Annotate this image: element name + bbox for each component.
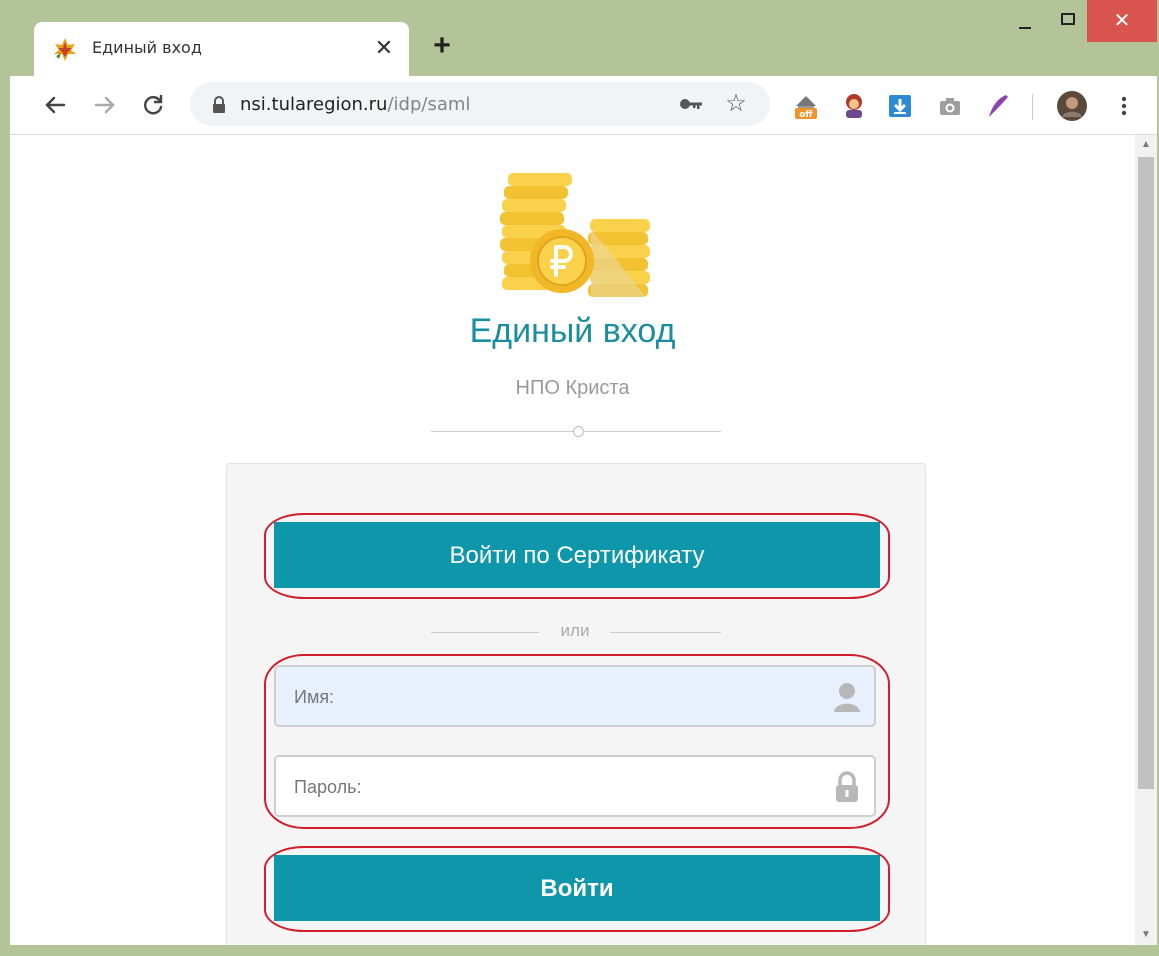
camera-icon[interactable] bbox=[936, 92, 964, 120]
forward-arrow-icon[interactable] bbox=[90, 90, 120, 120]
minimize-icon[interactable] bbox=[1005, 0, 1045, 42]
page-subtitle: НПО Криста bbox=[515, 377, 630, 399]
browser-tab[interactable]: Единый вход ✕ bbox=[34, 22, 409, 76]
username-field[interactable] bbox=[274, 665, 876, 727]
extension-off-icon[interactable]: off bbox=[792, 92, 820, 120]
password-input[interactable] bbox=[292, 757, 816, 817]
new-tab-icon[interactable]: + bbox=[428, 31, 456, 61]
key-icon[interactable] bbox=[678, 94, 704, 114]
url-path: /idp/saml bbox=[387, 94, 471, 115]
browser-window: Единый вход ✕ + ✕ nsi.tularegion.ru/idp/… bbox=[0, 0, 1159, 956]
scroll-up-arrow-icon[interactable]: ▲ bbox=[1135, 135, 1157, 155]
browser-toolbar: nsi.tularegion.ru/idp/saml ☆ off bbox=[10, 76, 1157, 135]
tab-close-icon[interactable]: ✕ bbox=[370, 34, 398, 62]
extension-character-icon[interactable] bbox=[840, 92, 868, 120]
bookmark-star-icon[interactable]: ☆ bbox=[722, 90, 750, 118]
gold-coins-ruble-icon bbox=[500, 173, 650, 297]
address-bar[interactable]: nsi.tularegion.ru/idp/saml ☆ bbox=[190, 82, 770, 126]
username-input[interactable] bbox=[292, 667, 816, 727]
svg-text:off: off bbox=[799, 110, 813, 120]
vertical-scrollbar[interactable]: ▲ ▼ bbox=[1135, 135, 1157, 945]
maximize-icon[interactable] bbox=[1048, 0, 1088, 42]
feather-pen-icon[interactable] bbox=[984, 92, 1012, 120]
certificate-login-button[interactable]: Войти по Сертификату bbox=[274, 522, 880, 588]
title-bar: Единый вход ✕ + ✕ bbox=[0, 0, 1159, 76]
login-button[interactable]: Войти bbox=[274, 855, 880, 921]
or-line-right bbox=[610, 632, 721, 633]
window-close-icon[interactable]: ✕ bbox=[1087, 0, 1157, 42]
url-host: nsi.tularegion.ru bbox=[240, 94, 388, 115]
menu-dots-icon[interactable] bbox=[1110, 92, 1138, 120]
padlock-icon bbox=[836, 771, 858, 802]
divider-line-right bbox=[583, 431, 721, 432]
reload-icon[interactable] bbox=[138, 90, 168, 120]
lock-icon[interactable] bbox=[212, 96, 226, 114]
divider-line-left bbox=[431, 431, 573, 432]
page-viewport: Единый вход НПО Криста Войти по Сертифик… bbox=[10, 135, 1157, 945]
password-field[interactable] bbox=[274, 755, 876, 817]
maple-leaf-favicon-icon bbox=[54, 38, 76, 61]
page-title: Единый вход bbox=[469, 312, 676, 350]
scrollbar-thumb[interactable] bbox=[1138, 157, 1154, 789]
download-extension-icon[interactable] bbox=[886, 92, 914, 120]
toolbar-separator bbox=[1032, 94, 1033, 120]
profile-avatar[interactable] bbox=[1056, 90, 1088, 122]
user-icon bbox=[834, 683, 860, 712]
scroll-down-arrow-icon[interactable]: ▼ bbox=[1135, 925, 1157, 945]
tab-title: Единый вход bbox=[92, 38, 202, 57]
back-arrow-icon[interactable] bbox=[40, 90, 70, 120]
or-line-left bbox=[431, 632, 539, 633]
url-text[interactable]: nsi.tularegion.ru/idp/saml bbox=[240, 94, 470, 115]
or-separator-text: или bbox=[560, 621, 590, 640]
